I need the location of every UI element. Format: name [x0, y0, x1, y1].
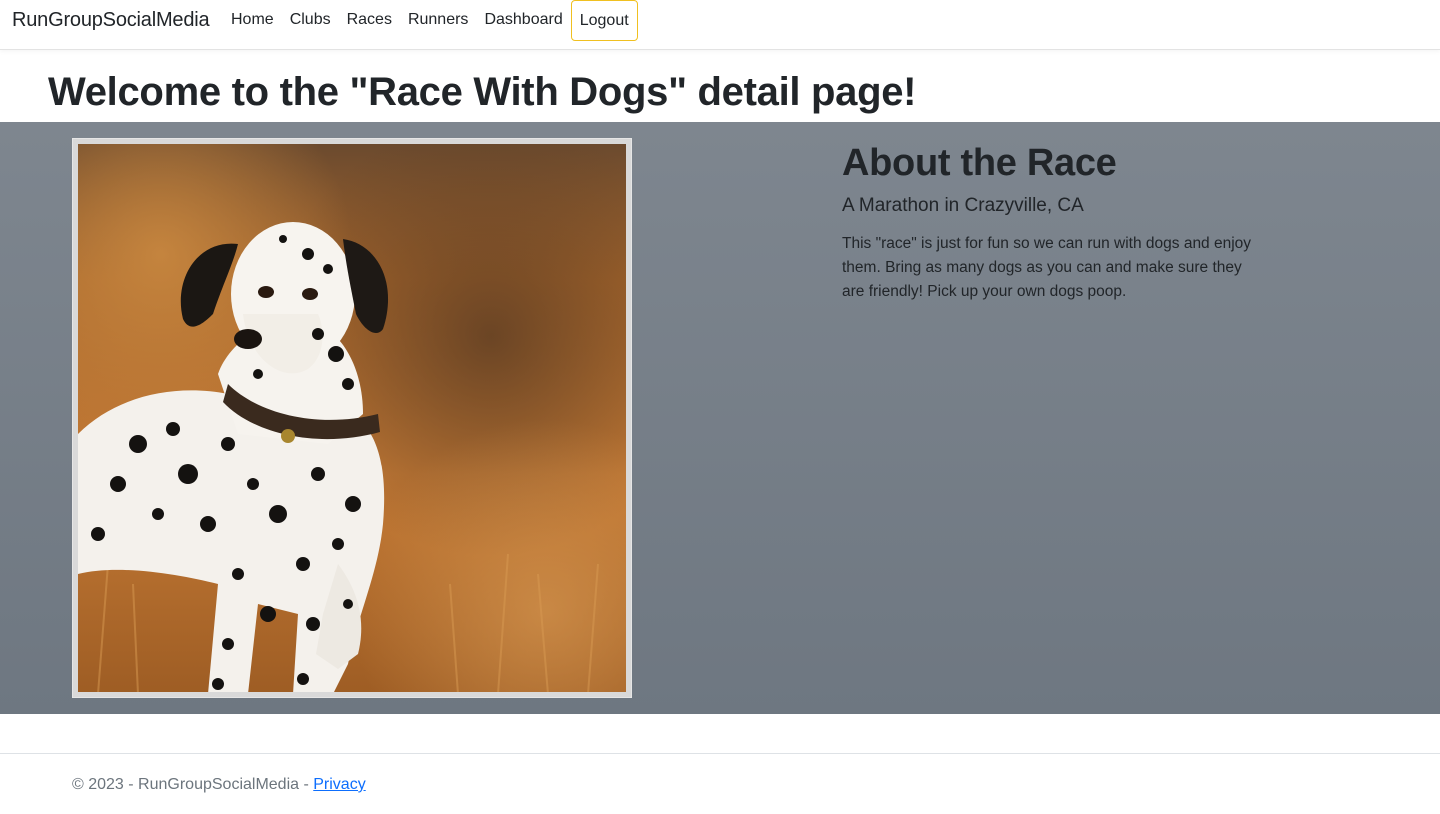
- brand-link[interactable]: RunGroupSocialMedia: [12, 8, 210, 32]
- logout-button[interactable]: Logout: [570, 0, 638, 41]
- race-image-frame: [72, 138, 632, 698]
- nav-races[interactable]: Races: [339, 0, 400, 40]
- dalmatian-photo-illustration: [78, 144, 626, 692]
- nav-runners[interactable]: Runners: [400, 0, 476, 40]
- nav-home[interactable]: Home: [223, 0, 282, 40]
- about-title: About the Race: [842, 142, 1117, 184]
- nav-clubs[interactable]: Clubs: [282, 0, 339, 40]
- page-title: Welcome to the "Race With Dogs" detail p…: [48, 70, 917, 114]
- race-subtitle: A Marathon in Crazyville, CA: [842, 195, 1084, 216]
- nav-links: Home Clubs Races Runners Dashboard Logou…: [223, 0, 638, 41]
- race-detail-section: About the Race A Marathon in Crazyville,…: [0, 122, 1440, 714]
- footer: © 2023 - RunGroupSocialMedia - Privacy: [0, 753, 1440, 814]
- navbar: RunGroupSocialMedia Home Clubs Races Run…: [0, 0, 1440, 50]
- race-image: [78, 144, 626, 692]
- nav-dashboard[interactable]: Dashboard: [476, 0, 570, 40]
- privacy-link[interactable]: Privacy: [313, 776, 365, 793]
- footer-text: © 2023 - RunGroupSocialMedia - Privacy: [72, 775, 366, 795]
- copyright-text: © 2023 - RunGroupSocialMedia -: [72, 776, 314, 793]
- about-race-panel: About the Race A Marathon in Crazyville,…: [842, 140, 1252, 304]
- race-description: This "race" is just for fun so we can ru…: [842, 235, 1252, 300]
